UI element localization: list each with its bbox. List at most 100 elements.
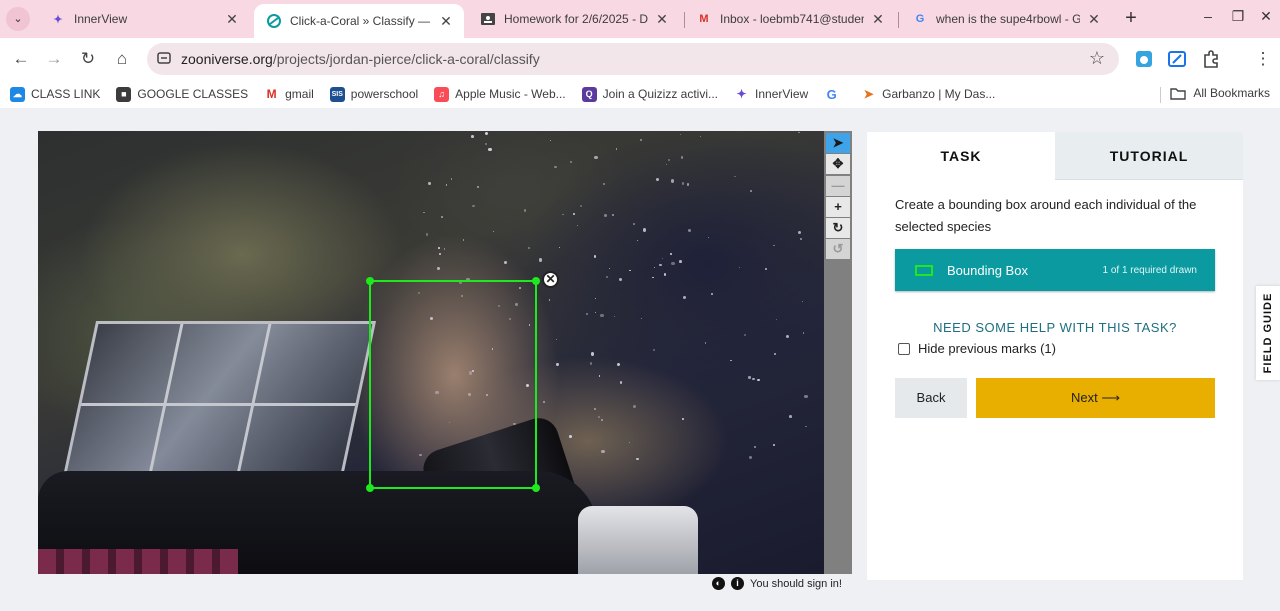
hide-marks-checkbox[interactable]: [898, 342, 910, 355]
back-arrow-icon[interactable]: ←: [10, 48, 32, 70]
marine-snow-particle: [603, 213, 607, 217]
marine-snow-particle: [450, 178, 453, 180]
bookmark-garbanzo[interactable]: ➤ Garbanzo | My Das...: [861, 87, 996, 102]
google-icon: G: [826, 86, 837, 102]
innerview-icon: ✦: [736, 87, 747, 101]
marine-snow-particle: [611, 213, 614, 216]
marine-snow-particle: [609, 267, 611, 269]
sign-in-text: You should sign in!: [750, 577, 842, 590]
reset-icon[interactable]: ↺: [826, 239, 850, 259]
marine-snow-particle: [569, 435, 572, 439]
url-text: zooniverse.org/projects/jordan-pierce/cl…: [181, 51, 540, 67]
zooniverse-icon: [266, 13, 282, 29]
close-window-icon[interactable]: ✕: [1256, 8, 1276, 25]
garbanzo-icon: ➤: [863, 87, 874, 101]
marine-snow-particle: [665, 163, 668, 166]
bookmark-innerview[interactable]: ✦ InnerView: [734, 87, 808, 102]
zoom-in-icon[interactable]: +: [826, 197, 850, 217]
help-link[interactable]: NEED SOME HELP WITH THIS TASK?: [895, 320, 1215, 335]
marine-snow-particle: [681, 181, 685, 185]
address-bar[interactable]: zooniverse.org/projects/jordan-pierce/cl…: [147, 43, 1119, 75]
marine-snow-particle: [463, 239, 465, 241]
marine-snow-particle: [423, 211, 425, 214]
task-panel: TASK TUTORIAL Create a bounding box arou…: [867, 132, 1243, 580]
marine-snow-particle: [437, 267, 440, 270]
bbox-handle[interactable]: [366, 484, 374, 492]
home-icon[interactable]: ⌂: [111, 48, 133, 70]
rotate-icon[interactable]: ↻: [826, 218, 850, 238]
marine-snow-particle: [477, 186, 480, 188]
new-tab-button[interactable]: +: [1119, 7, 1143, 31]
bookmark-apple-music[interactable]: ♫ Apple Music - Web...: [434, 86, 566, 102]
marine-snow-particle: [664, 273, 667, 276]
bookmarks-divider: [1160, 87, 1161, 103]
tab-search-chevron-icon[interactable]: ⌄: [6, 7, 30, 31]
all-bookmarks-button[interactable]: All Bookmarks: [1170, 86, 1270, 100]
marine-snow-particle: [549, 299, 551, 301]
back-button[interactable]: Back: [895, 378, 967, 418]
marine-snow-particle: [579, 204, 582, 207]
marine-snow-particle: [471, 135, 475, 139]
forward-arrow-icon[interactable]: →: [43, 48, 65, 70]
browser-tab-innerview[interactable]: ✦ InnerView ✕: [38, 0, 250, 38]
marine-snow-particle: [750, 189, 752, 192]
bookmark-quizizz[interactable]: Q Join a Quizizz activi...: [581, 86, 718, 102]
subject-image[interactable]: ✕: [38, 131, 824, 574]
bookmark-google-classes[interactable]: ■ GOOGLE CLASSES: [116, 86, 248, 102]
reload-icon[interactable]: ↻: [77, 48, 99, 70]
close-tab-icon[interactable]: ✕: [224, 11, 240, 28]
marine-snow-particle: [671, 261, 675, 265]
marine-snow-particle: [662, 257, 664, 259]
bbox-handle[interactable]: [532, 484, 540, 492]
info-icon[interactable]: i: [731, 577, 744, 590]
restore-icon[interactable]: ❐: [1228, 8, 1248, 25]
site-info-icon[interactable]: [157, 51, 171, 65]
browser-tab-homework[interactable]: Homework for 2/6/2025 - Dis ✕: [468, 0, 680, 38]
bounding-box-mark[interactable]: [366, 277, 540, 492]
zoom-out-icon[interactable]: —: [826, 176, 850, 196]
browser-tab-click-a-coral[interactable]: Click-a-Coral » Classify — Zoo ✕: [254, 4, 464, 38]
annotate-pointer-icon[interactable]: ➤: [826, 133, 850, 153]
field-guide-tab[interactable]: FIELD GUIDE: [1256, 286, 1280, 380]
tab-title: InnerView: [74, 12, 128, 26]
bookmark-google[interactable]: G: [824, 87, 845, 102]
classroom-icon: ■: [116, 86, 132, 102]
reader-extension-icon[interactable]: [1168, 50, 1186, 68]
marine-snow-particle: [797, 231, 801, 235]
extensions-puzzle-icon[interactable]: [1202, 50, 1220, 68]
marine-snow-particle: [425, 233, 429, 236]
hide-marks-toggle[interactable]: Hide previous marks (1): [898, 341, 1056, 356]
move-icon[interactable]: ✥: [826, 154, 850, 174]
close-tab-icon[interactable]: ✕: [438, 13, 454, 30]
bbox-handle[interactable]: [532, 277, 540, 285]
bookmark-label: Garbanzo | My Das...: [882, 87, 996, 101]
browser-tab-google-search[interactable]: G when is the supe4rbowl - Goo ✕: [900, 0, 1112, 38]
marine-snow-particle: [639, 138, 642, 141]
contrast-icon[interactable]: ◐: [712, 577, 725, 590]
google-icon: G: [915, 13, 925, 25]
close-tab-icon[interactable]: ✕: [654, 11, 670, 28]
close-tab-icon[interactable]: ✕: [1086, 11, 1102, 28]
bookmark-gmail[interactable]: M gmail: [264, 87, 314, 102]
cloud-extension-icon[interactable]: [1135, 50, 1153, 68]
minimize-icon[interactable]: –: [1198, 8, 1218, 24]
bookmark-powerschool[interactable]: SIS powerschool: [329, 86, 418, 102]
browser-menu-icon[interactable]: ⋮: [1252, 48, 1274, 70]
delete-mark-icon[interactable]: ✕: [542, 271, 559, 288]
browser-tab-inbox[interactable]: M Inbox - loebmb741@students ✕: [684, 0, 896, 38]
marine-snow-particle: [670, 253, 672, 256]
marine-snow-particle: [734, 176, 736, 178]
marine-snow-particle: [597, 416, 601, 419]
tab-tutorial[interactable]: TUTORIAL: [1055, 132, 1243, 180]
marine-snow-particle: [589, 362, 593, 366]
bookmark-class-link[interactable]: ☁ CLASS LINK: [10, 86, 100, 102]
bbox-handle[interactable]: [366, 277, 374, 285]
bounding-box-swatch-icon: [915, 264, 933, 276]
next-button[interactable]: Next ⟶: [976, 378, 1215, 418]
marine-snow-particle: [485, 143, 487, 145]
marine-snow-particle: [600, 313, 604, 317]
bounding-box-tool-button[interactable]: Bounding Box 1 of 1 required drawn: [895, 249, 1215, 291]
bookmark-star-icon[interactable]: ☆: [1089, 48, 1105, 69]
close-tab-icon[interactable]: ✕: [870, 11, 886, 28]
tab-task[interactable]: TASK: [867, 132, 1055, 180]
